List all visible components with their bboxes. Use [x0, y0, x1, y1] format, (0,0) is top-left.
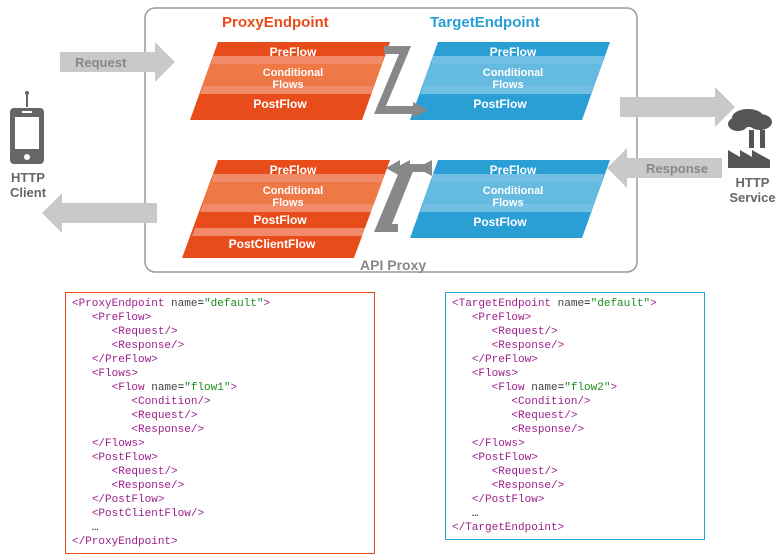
svg-text:PostFlow: PostFlow	[473, 97, 527, 111]
proxy-endpoint-title: ProxyEndpoint	[222, 14, 329, 31]
svg-text:Conditional: Conditional	[483, 185, 544, 197]
api-proxy-label: API Proxy	[360, 257, 426, 273]
conditional-label-1: Conditional	[263, 67, 324, 79]
target-endpoint-code: <TargetEndpoint name="default"> <PreFlow…	[445, 292, 705, 540]
postflow-label: PostFlow	[253, 97, 307, 111]
service-title: HTTP	[736, 175, 770, 190]
postclientflow-label: PostClientFlow	[229, 237, 316, 251]
svg-text:Conditional: Conditional	[263, 185, 324, 197]
target-endpoint-title: TargetEndpoint	[430, 14, 540, 31]
svg-text:Flows: Flows	[492, 197, 523, 209]
client-sub: Client	[10, 185, 46, 200]
preflow-label: PreFlow	[270, 45, 317, 59]
diagram-svg: PreFlow Conditional Flows PostFlow PreFl…	[0, 0, 783, 290]
factory-icon	[728, 109, 772, 168]
svg-text:PostFlow: PostFlow	[253, 213, 307, 227]
svg-text:PreFlow: PreFlow	[270, 163, 317, 177]
response-label: Response	[646, 161, 708, 176]
request-label: Request	[75, 55, 126, 70]
client-title: HTTP	[11, 170, 45, 185]
svg-text:PostFlow: PostFlow	[473, 215, 527, 229]
response-arrow-out	[42, 193, 157, 233]
top-connector-arrow	[380, 50, 428, 118]
phone-icon	[10, 91, 44, 164]
proxy-endpoint-code: <ProxyEndpoint name="default"> <PreFlow>…	[65, 292, 375, 554]
svg-text:Flows: Flows	[272, 197, 303, 209]
service-sub: Service	[729, 190, 775, 205]
svg-text:Flows: Flows	[492, 79, 523, 91]
svg-text:Conditional: Conditional	[483, 67, 544, 79]
svg-text:PreFlow: PreFlow	[490, 45, 537, 59]
svg-text:PreFlow: PreFlow	[490, 163, 537, 177]
conditional-label-2: Flows	[272, 79, 303, 91]
